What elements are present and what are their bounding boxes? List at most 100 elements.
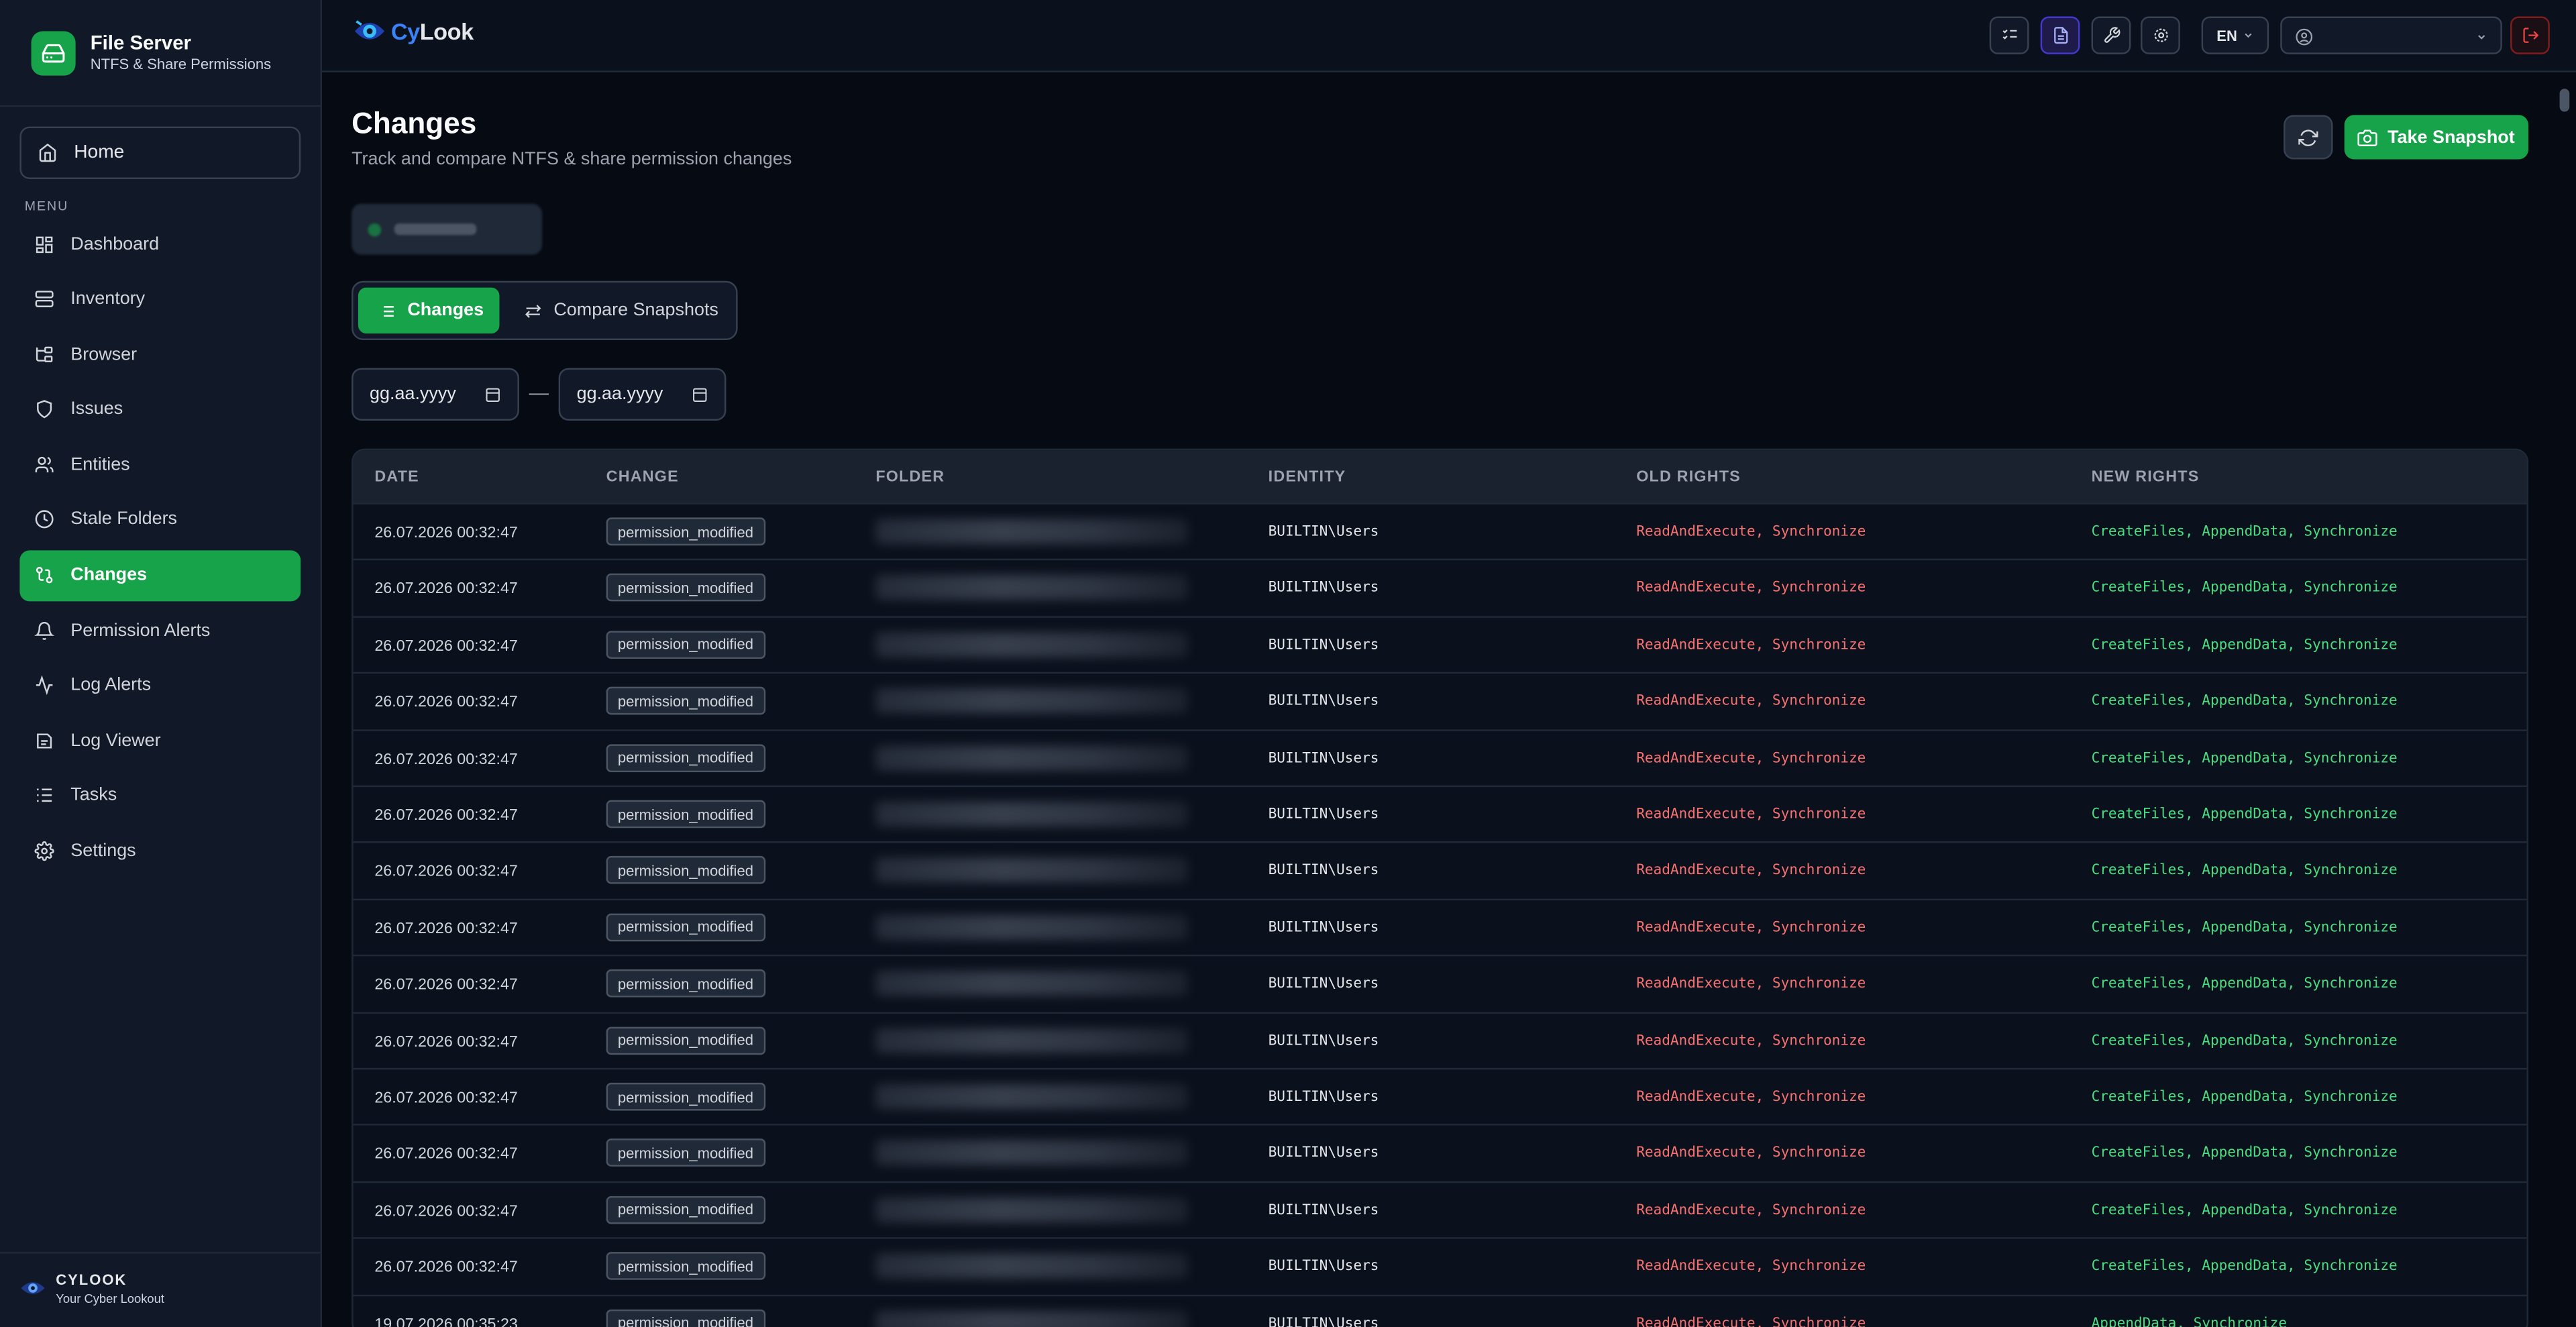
chevron-down-icon (2244, 33, 2251, 38)
tab-compare-snapshots[interactable]: Compare Snapshots (515, 288, 731, 334)
column-header-old-rights[interactable]: OLD RIGHTS (1636, 468, 1741, 486)
folder-path-redacted (875, 1310, 1188, 1327)
column-header-identity[interactable]: IDENTITY (1269, 468, 1346, 486)
cell-date: 26.07.2026 00:32:47 (374, 1089, 518, 1108)
sidebar-item-tasks[interactable]: Tasks (19, 770, 301, 821)
folder-tree-icon (36, 346, 53, 362)
table-row[interactable]: 26.07.2026 00:32:47 permission_modified BU… (353, 898, 2527, 955)
cell-identity: BUILTIN\Users (1268, 976, 1379, 993)
dashboard-icon (36, 235, 53, 252)
column-header-folder[interactable]: FOLDER (875, 468, 945, 486)
calendar-icon (693, 388, 707, 402)
sidebar-item-dashboard[interactable]: Dashboard (19, 219, 301, 270)
table-row[interactable]: 26.07.2026 00:32:47 permission_modified BU… (353, 729, 2527, 785)
tab-compare-label: Compare Snapshots (553, 301, 718, 321)
column-header-change[interactable]: CHANGE (606, 468, 679, 486)
sidebar-item-entities[interactable]: Entities (19, 439, 301, 490)
cylook-eye-icon (19, 1277, 46, 1308)
logout-button[interactable] (2510, 16, 2550, 54)
cell-new-rights: CreateFiles, AppendData, Synchronize (2091, 693, 2398, 710)
cell-date: 26.07.2026 00:32:47 (374, 637, 518, 655)
tools-button[interactable] (2091, 16, 2131, 54)
sidebar-item-stale-folders[interactable]: Stale Folders (19, 494, 301, 545)
sidebar-item-label: Dashboard (70, 233, 160, 254)
cylook-logo[interactable]: CyLook (352, 16, 474, 46)
table-row[interactable]: 26.07.2026 00:32:47 permission_modified BU… (353, 615, 2527, 672)
cell-new-rights: CreateFiles, AppendData, Synchronize (2091, 1202, 2398, 1219)
cell-new-rights: CreateFiles, AppendData, Synchronize (2091, 1259, 2398, 1275)
folder-path-redacted (875, 914, 1188, 940)
date-from-input[interactable]: gg.aa.yyyy (352, 368, 519, 421)
cell-date: 26.07.2026 00:32:47 (374, 750, 518, 769)
cell-old-rights: ReadAndExecute, Synchronize (1636, 637, 1866, 654)
table-row[interactable]: 26.07.2026 00:32:47 permission_modified BU… (353, 1011, 2527, 1068)
list-icon (380, 305, 394, 316)
table-row[interactable]: 26.07.2026 00:32:47 permission_modified BU… (353, 1181, 2527, 1237)
table-row[interactable]: 19.07.2026 00:35:23 permission_modified BU… (353, 1293, 2527, 1327)
table-row[interactable]: 26.07.2026 00:32:47 permission_modified BU… (353, 955, 2527, 1011)
tab-changes-label: Changes (407, 301, 484, 321)
change-type-badge: permission_modified (606, 630, 765, 659)
sidebar-item-log-alerts[interactable]: Log Alerts (19, 660, 301, 711)
cell-date: 26.07.2026 00:32:47 (374, 524, 518, 543)
cell-old-rights: ReadAndExecute, Synchronize (1636, 1089, 1866, 1106)
sidebar-item-label: Issues (70, 399, 123, 420)
column-header-date[interactable]: DATE (374, 468, 419, 486)
sidebar-item-inventory[interactable]: Inventory (19, 274, 301, 325)
cell-new-rights: CreateFiles, AppendData, Synchronize (2091, 919, 2398, 937)
column-header-new-rights[interactable]: NEW RIGHTS (2092, 468, 2200, 486)
table-row[interactable]: 26.07.2026 00:32:47 permission_modified BU… (353, 502, 2527, 559)
cell-identity: BUILTIN\Users (1268, 806, 1379, 823)
table-row[interactable]: 26.07.2026 00:32:47 permission_modified BU… (353, 1124, 2527, 1181)
settings-button[interactable] (2141, 16, 2180, 54)
table-row[interactable]: 26.07.2026 00:32:47 permission_modified BU… (353, 785, 2527, 842)
cell-old-rights: ReadAndExecute, Synchronize (1636, 750, 1866, 767)
server-selector[interactable] (352, 203, 543, 255)
cell-date: 26.07.2026 00:32:47 (374, 976, 518, 995)
cell-date: 19.07.2026 00:35:23 (374, 1315, 518, 1327)
user-menu[interactable] (2280, 16, 2502, 54)
sidebar-item-issues[interactable]: Issues (19, 384, 301, 435)
table-row[interactable]: 26.07.2026 00:32:47 permission_modified BU… (353, 1237, 2527, 1294)
date-to-input[interactable]: gg.aa.yyyy (558, 368, 727, 421)
clock-icon (35, 511, 54, 529)
change-type-badge: permission_modified (606, 1026, 765, 1055)
cell-identity: BUILTIN\Users (1268, 637, 1379, 654)
task-list-icon (37, 789, 52, 803)
folder-path-redacted (875, 858, 1188, 884)
cell-old-rights: ReadAndExecute, Synchronize (1636, 806, 1866, 823)
sidebar-item-browser[interactable]: Browser (19, 329, 301, 380)
take-snapshot-button[interactable]: Take Snapshot (2344, 115, 2529, 160)
table-row[interactable]: 26.07.2026 00:32:47 permission_modified BU… (353, 1067, 2527, 1124)
table-row[interactable]: 26.07.2026 00:32:47 permission_modified BU… (353, 841, 2527, 898)
gear-icon (2153, 28, 2167, 42)
sidebar-item-changes[interactable]: Changes (19, 549, 301, 601)
gear-icon (34, 841, 54, 861)
home-button[interactable]: Home (19, 126, 301, 179)
sidebar-item-label: Browser (70, 344, 138, 364)
cell-new-rights: CreateFiles, AppendData, Synchronize (2091, 524, 2398, 541)
sidebar-item-label: Settings (70, 841, 136, 861)
sidebar-item-permission-alerts[interactable]: Permission Alerts (19, 605, 301, 656)
tab-changes[interactable]: Changes (358, 287, 500, 334)
git-compare-icon (36, 567, 53, 584)
cell-date: 26.07.2026 00:32:47 (374, 863, 518, 882)
table-row[interactable]: 26.07.2026 00:32:47 permission_modified BU… (353, 559, 2527, 616)
home-icon (39, 144, 56, 162)
report-button[interactable] (2040, 16, 2080, 54)
cell-old-rights: ReadAndExecute, Synchronize (1636, 1315, 1866, 1327)
sidebar-item-settings[interactable]: Settings (19, 826, 301, 877)
table-row[interactable]: 26.07.2026 00:32:47 permission_modified BU… (353, 672, 2527, 729)
cell-new-rights: CreateFiles, AppendData, Synchronize (2091, 1145, 2398, 1163)
refresh-button[interactable] (2284, 115, 2333, 160)
user-circle-icon (2296, 28, 2313, 46)
cell-date: 26.07.2026 00:32:47 (374, 919, 518, 938)
language-selector[interactable]: EN (2201, 16, 2269, 54)
task-queue-button[interactable] (1989, 16, 2029, 54)
folder-path-redacted (875, 519, 1188, 544)
language-label: EN (2216, 27, 2237, 44)
folder-path-redacted (875, 1028, 1188, 1053)
page-scrollbar[interactable] (2559, 89, 2570, 112)
sidebar-item-log-viewer[interactable]: Log Viewer (19, 715, 301, 766)
wrench-icon (2103, 27, 2120, 43)
